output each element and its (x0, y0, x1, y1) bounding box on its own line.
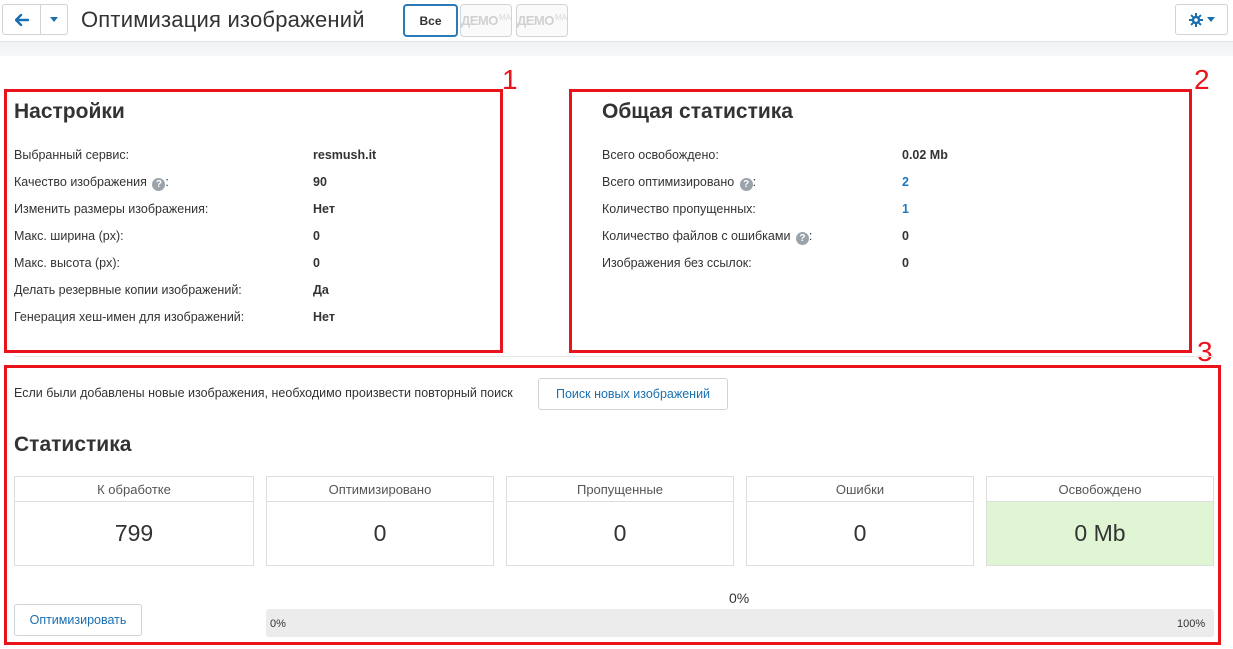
stat-card-errors: Ошибки 0 (746, 476, 974, 566)
general-stats-label: Изображения без ссылок: (602, 256, 752, 270)
stat-card-value: 0 Mb (987, 502, 1213, 565)
settings-value: 90 (313, 175, 327, 189)
tab-all[interactable]: Все (403, 4, 458, 37)
skipped-count-link[interactable]: 1 (902, 202, 909, 216)
general-stats-value: 0 (902, 229, 909, 243)
general-stats-label: Всего оптимизировано ?: (602, 175, 757, 191)
general-stats-title: Общая статистика (602, 100, 793, 123)
optimized-count-link[interactable]: 2 (902, 175, 909, 189)
search-new-images-button[interactable]: Поиск новых изображений (538, 378, 728, 410)
chevron-down-icon (1206, 17, 1215, 22)
stat-card-label: Пропущенные (507, 477, 733, 502)
stat-card-label: Ошибки (747, 477, 973, 502)
general-stats-label: Всего освобождено: (602, 148, 719, 162)
tab-demo-1[interactable]: ДЕМО MA (460, 4, 512, 37)
back-dropdown-button[interactable] (41, 5, 67, 34)
tab-demo-label: ДЕМО (517, 13, 554, 28)
gear-icon (1188, 12, 1203, 27)
top-toolbar: Оптимизация изображений Все ДЕМО MA ДЕМО… (0, 0, 1233, 42)
statistics-title: Статистика (14, 433, 132, 456)
back-button[interactable] (3, 5, 41, 34)
page-title: Оптимизация изображений (81, 7, 365, 32)
stat-card-value: 0 (853, 520, 867, 546)
settings-value: Да (313, 283, 329, 297)
general-stats-label: Количество файлов с ошибками ?: (602, 229, 813, 245)
settings-label: Выбранный сервис: (14, 148, 130, 162)
progress-max-label: 100% (1177, 618, 1206, 630)
settings-title: Настройки (14, 100, 125, 123)
settings-label: Макс. высота (px): (14, 256, 121, 270)
settings-button[interactable] (1175, 4, 1228, 35)
help-icon[interactable]: ? (152, 178, 166, 191)
settings-label: Делать резервные копии изображений: (14, 283, 242, 297)
tab-demo-suffix: MA (555, 13, 567, 22)
section-divider (14, 356, 1214, 357)
settings-value: 0 (313, 256, 320, 270)
rescan-notice: Если были добавлены новые изображения, н… (14, 386, 513, 400)
header-separator (0, 42, 1233, 56)
back-button-group (2, 4, 68, 35)
settings-label: Изменить размеры изображения: (14, 202, 209, 216)
stat-card-value: 0 (373, 520, 387, 546)
stat-card-freed: Освобождено 0 Mb (986, 476, 1214, 566)
chevron-down-icon (50, 17, 58, 22)
settings-value: Нет (313, 310, 335, 324)
annotation-number-2: 2 (1194, 64, 1210, 95)
settings-value: Нет (313, 202, 335, 216)
general-stats-label: Количество пропущенных: (602, 202, 756, 216)
annotation-number-1: 1 (502, 64, 518, 95)
tab-demo-suffix: MA (499, 13, 511, 22)
tab-demo-label: ДЕМО (461, 13, 498, 28)
stat-card-label: Освобождено (987, 477, 1213, 502)
stat-card-to-process: К обработке 799 (14, 476, 254, 566)
stat-card-label: Оптимизировано (267, 477, 493, 502)
stat-card-value: 0 (613, 520, 627, 546)
progress-percent: 0% (729, 590, 750, 606)
optimize-button[interactable]: Оптимизировать (14, 604, 142, 636)
settings-label: Генерация хеш-имен для изображений: (14, 310, 245, 324)
settings-value: 0 (313, 229, 320, 243)
settings-label-text: Качество изображения (14, 175, 147, 189)
settings-label: Макс. ширина (px): (14, 229, 124, 243)
stat-card-value: 799 (114, 520, 154, 546)
annotation-number-3: 3 (1197, 336, 1213, 367)
tab-demo-2[interactable]: ДЕМО MA (516, 4, 568, 37)
stat-card-optimized: Оптимизировано 0 (266, 476, 494, 566)
general-stats-value: 0 (902, 256, 909, 270)
stat-card-skipped: Пропущенные 0 (506, 476, 734, 566)
settings-value: resmush.it (313, 148, 377, 162)
annotation-box-2 (569, 89, 1192, 353)
stat-card-label: К обработке (15, 477, 253, 502)
help-icon[interactable]: ? (739, 178, 753, 191)
general-stats-label-text: Количество файлов с ошибками (602, 229, 791, 243)
arrow-left-icon (14, 13, 29, 26)
general-stats-value: 0.02 Mb (902, 148, 948, 162)
progress-min-label: 0% (270, 618, 286, 630)
general-stats-label-text: Всего оптимизировано (602, 175, 735, 189)
help-icon[interactable]: ? (795, 232, 809, 245)
progress-bar (266, 609, 1214, 637)
settings-label: Качество изображения ?: (14, 175, 169, 191)
